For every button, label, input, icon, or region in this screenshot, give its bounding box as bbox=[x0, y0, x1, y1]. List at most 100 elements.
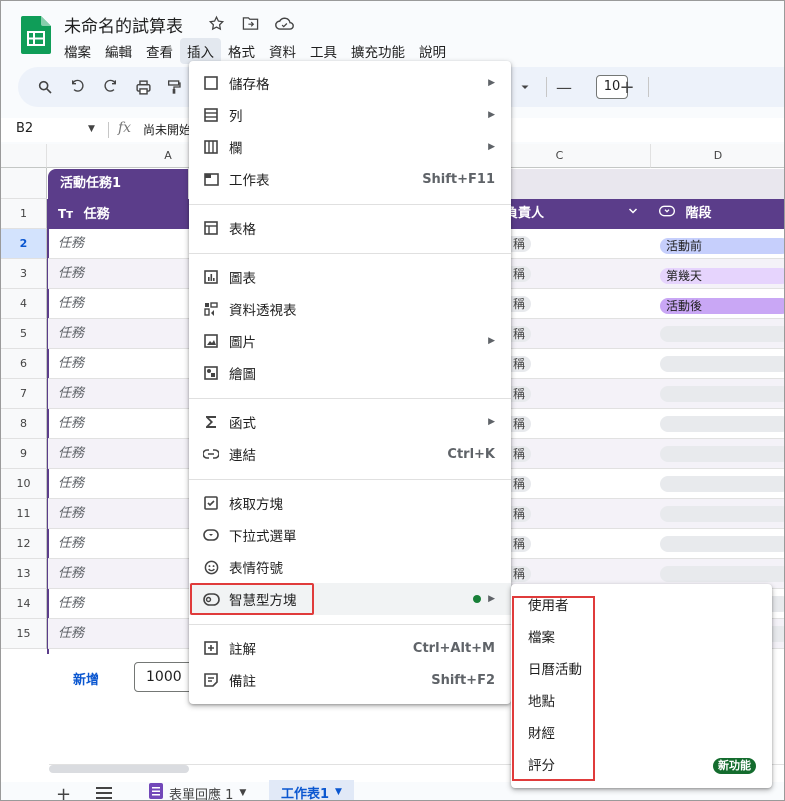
stage-cell[interactable] bbox=[651, 469, 784, 499]
row-header[interactable]: 15 bbox=[1, 619, 47, 649]
menu-edit[interactable]: 編輯 bbox=[98, 38, 139, 64]
menu-item-image[interactable]: 圖片 ▶ bbox=[189, 325, 511, 357]
sheet-tab-sheet1[interactable]: 工作表1 ▼ bbox=[269, 780, 354, 800]
task-cell[interactable]: 任務 bbox=[48, 619, 189, 649]
task-cell[interactable]: 任務 bbox=[48, 559, 189, 589]
row-header[interactable]: 7 bbox=[1, 379, 47, 409]
increase-font-size-button[interactable]: + bbox=[617, 77, 637, 98]
sheet-tab-form-responses[interactable]: 表單回應 1 ▼ bbox=[141, 782, 254, 800]
chevron-down-icon[interactable]: ▼ bbox=[239, 788, 246, 798]
row-header[interactable]: 9 bbox=[1, 439, 47, 469]
menu-item-table[interactable]: 表格 bbox=[189, 212, 511, 244]
task-cell[interactable]: 任務 bbox=[48, 439, 189, 469]
menu-item-drawing[interactable]: 繪圖 bbox=[189, 357, 511, 389]
menu-item-note[interactable]: 備註 Shift+F2 bbox=[189, 664, 511, 696]
row-header[interactable]: 6 bbox=[1, 349, 47, 379]
owner-cell[interactable]: 稱 bbox=[511, 319, 651, 349]
task-cell[interactable]: 任務 bbox=[48, 409, 189, 439]
sheets-logo[interactable] bbox=[21, 16, 51, 54]
task-cell[interactable]: 任務 bbox=[48, 379, 189, 409]
menu-item-comment[interactable]: 註解 Ctrl+Alt+M bbox=[189, 632, 511, 664]
document-title[interactable]: 未命名的試算表 bbox=[64, 12, 183, 37]
owner-cell[interactable]: 稱 bbox=[511, 499, 651, 529]
row-header[interactable]: 8 bbox=[1, 409, 47, 439]
chevron-down-icon[interactable] bbox=[627, 199, 639, 229]
menu-item-rows[interactable]: 列 ▶ bbox=[189, 99, 511, 131]
move-folder-icon[interactable] bbox=[240, 13, 260, 33]
task-cell[interactable]: 任務 bbox=[48, 529, 189, 559]
row-header[interactable]: 4 bbox=[1, 289, 47, 319]
chevron-down-icon[interactable]: ▼ bbox=[335, 787, 342, 797]
task-cell[interactable]: 任務 bbox=[48, 229, 189, 259]
menu-item-link[interactable]: 連結 Ctrl+K bbox=[189, 438, 511, 470]
menu-item-chart[interactable]: 圖表 bbox=[189, 261, 511, 293]
stage-cell[interactable] bbox=[651, 499, 784, 529]
menu-item-dropdown[interactable]: 下拉式選單 bbox=[189, 519, 511, 551]
owner-cell[interactable]: 稱 bbox=[511, 259, 651, 289]
task-cell[interactable]: 任務 bbox=[48, 499, 189, 529]
menu-item-columns[interactable]: 欄 ▶ bbox=[189, 131, 511, 163]
stage-cell[interactable] bbox=[651, 349, 784, 379]
row-header[interactable]: 3 bbox=[1, 259, 47, 289]
owner-cell[interactable]: 稱 bbox=[511, 379, 651, 409]
column-stage-header[interactable]: 階段 bbox=[651, 199, 784, 229]
task-cell[interactable]: 任務 bbox=[48, 259, 189, 289]
row-header[interactable]: 10 bbox=[1, 469, 47, 499]
paint-format-icon[interactable] bbox=[164, 77, 184, 97]
owner-cell[interactable]: 稱 bbox=[511, 439, 651, 469]
stage-cell[interactable] bbox=[651, 529, 784, 559]
menu-item-square[interactable]: 儲存格 ▶ bbox=[189, 67, 511, 99]
undo-icon[interactable] bbox=[68, 77, 88, 97]
row-header[interactable]: 2 bbox=[1, 229, 47, 259]
row-header[interactable]: 12 bbox=[1, 529, 47, 559]
add-rows-button[interactable]: 新增 bbox=[73, 669, 99, 688]
owner-cell[interactable]: 稱 bbox=[511, 409, 651, 439]
owner-cell[interactable]: 稱 bbox=[511, 349, 651, 379]
owner-cell[interactable]: 稱 bbox=[511, 469, 651, 499]
stage-cell[interactable] bbox=[651, 409, 784, 439]
stage-chip[interactable]: 活動後 bbox=[660, 298, 784, 314]
row-header[interactable]: 1 bbox=[1, 199, 47, 229]
stage-cell[interactable] bbox=[651, 319, 784, 349]
stage-cell[interactable] bbox=[651, 379, 784, 409]
formula-input[interactable]: 尚未開始 bbox=[143, 121, 191, 138]
column-task-header[interactable]: Tт 任務 bbox=[48, 199, 189, 229]
column-header-d[interactable]: D bbox=[651, 144, 784, 168]
menu-view[interactable]: 查看 bbox=[139, 38, 180, 64]
decrease-font-size-button[interactable]: — bbox=[554, 77, 574, 97]
column-owner-header[interactable]: 負責人 bbox=[505, 199, 651, 229]
menu-item-sigma[interactable]: 函式 ▶ bbox=[189, 406, 511, 438]
task-cell[interactable]: 任務 bbox=[48, 289, 189, 319]
table-title[interactable]: 活動任務1 bbox=[48, 169, 188, 199]
name-box[interactable]: B2 bbox=[16, 121, 33, 136]
cloud-status-icon[interactable] bbox=[274, 13, 294, 33]
row-header[interactable]: 13 bbox=[1, 559, 47, 589]
horizontal-scrollbar[interactable] bbox=[49, 765, 189, 773]
add-sheet-button[interactable]: + bbox=[56, 784, 71, 800]
owner-cell[interactable]: 稱 bbox=[511, 289, 651, 319]
sheet-list-icon[interactable] bbox=[96, 787, 112, 799]
select-all-corner[interactable] bbox=[1, 144, 47, 168]
row-header[interactable]: 11 bbox=[1, 499, 47, 529]
task-cell[interactable]: 任務 bbox=[48, 589, 189, 619]
owner-cell[interactable]: 稱 bbox=[511, 529, 651, 559]
row-header[interactable]: 14 bbox=[1, 589, 47, 619]
owner-cell[interactable]: 稱 bbox=[511, 229, 651, 259]
stage-chip[interactable]: 第幾天 bbox=[660, 268, 784, 284]
menu-item-pivot[interactable]: 資料透視表 bbox=[189, 293, 511, 325]
task-cell[interactable]: 任務 bbox=[48, 469, 189, 499]
stage-chip[interactable]: 活動前 bbox=[660, 238, 784, 254]
search-icon[interactable] bbox=[35, 77, 55, 97]
print-icon[interactable] bbox=[133, 77, 153, 97]
redo-icon[interactable] bbox=[100, 77, 120, 97]
menu-file[interactable]: 檔案 bbox=[57, 38, 98, 64]
task-cell[interactable]: 任務 bbox=[48, 319, 189, 349]
task-cell[interactable]: 任務 bbox=[48, 349, 189, 379]
chevron-down-icon[interactable]: ▼ bbox=[88, 124, 95, 134]
stage-cell[interactable] bbox=[651, 439, 784, 469]
menu-item-checkbox[interactable]: 核取方塊 bbox=[189, 487, 511, 519]
chevron-down-icon[interactable] bbox=[515, 77, 535, 97]
row-header[interactable]: 5 bbox=[1, 319, 47, 349]
menu-item-sheet[interactable]: 工作表 Shift+F11 bbox=[189, 163, 511, 195]
menu-item-emoji[interactable]: 表情符號 bbox=[189, 551, 511, 583]
